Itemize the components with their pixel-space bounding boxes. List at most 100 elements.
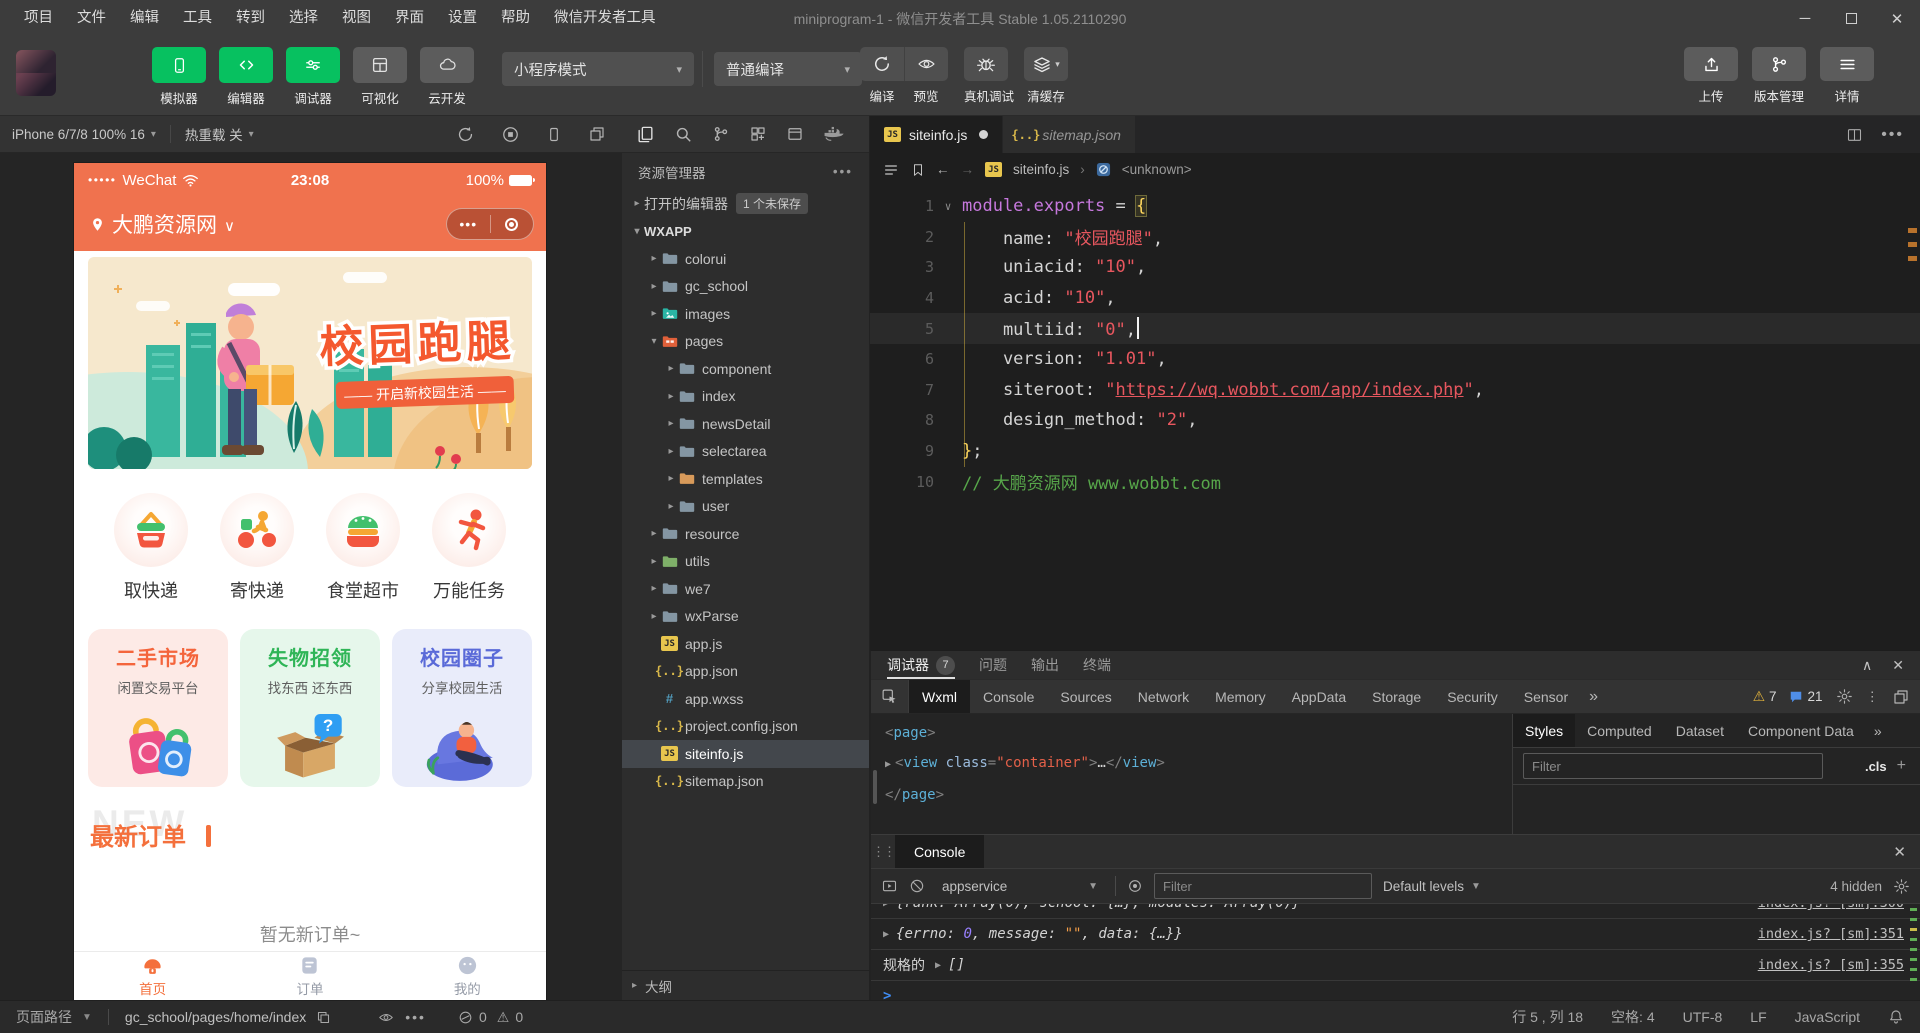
tree-item-app.json[interactable]: {..}app.json: [622, 658, 869, 686]
close-console-icon[interactable]: ✕: [1879, 835, 1920, 868]
wxml-node[interactable]: <page>: [885, 718, 1498, 748]
console-log-row[interactable]: 规格的▶[]index.js? [sm]:355: [871, 950, 1920, 981]
whale-icon[interactable]: [823, 126, 845, 142]
tree-item-images[interactable]: ▸images: [622, 300, 869, 328]
files-icon[interactable]: [636, 125, 655, 144]
card-二手市场[interactable]: 二手市场闲置交易平台: [88, 629, 228, 787]
stop-icon[interactable]: [501, 125, 520, 144]
copy-icon[interactable]: [316, 1010, 331, 1025]
more-tabs-icon[interactable]: »: [1866, 714, 1890, 747]
code-area[interactable]: 1∨module.exports = {2 name: "校园跑腿",3 uni…: [870, 186, 1920, 497]
menu-item-转到[interactable]: 转到: [224, 0, 277, 37]
console-tab[interactable]: Console: [895, 835, 984, 868]
expand-icon[interactable]: ▶: [885, 759, 891, 770]
encoding[interactable]: UTF-8: [1683, 1009, 1723, 1025]
styles-tab-Dataset[interactable]: Dataset: [1664, 714, 1736, 747]
tree-item-pages[interactable]: ▾pages: [622, 328, 869, 356]
action-button-编译[interactable]: [860, 47, 904, 81]
phone-tab-首页[interactable]: 首页: [74, 952, 231, 1000]
banner-image[interactable]: 校园跑腿—— 开启新校园生活 ——: [88, 257, 532, 469]
devtools-tab-Storage[interactable]: Storage: [1359, 680, 1434, 713]
source-link[interactable]: index.js? [sm]:355: [1758, 957, 1904, 973]
source-link[interactable]: index.js? [sm]:351: [1758, 926, 1904, 942]
winds-icon[interactable]: [588, 125, 606, 143]
tree-item-utils[interactable]: ▸utils: [622, 548, 869, 576]
minimize-capsule-button[interactable]: [491, 218, 534, 231]
warning-count[interactable]: ⚠0: [497, 1009, 523, 1026]
console-filter-input[interactable]: [1154, 873, 1372, 899]
styles-tab-Styles[interactable]: Styles: [1513, 714, 1575, 747]
devtools-tab-Wxml[interactable]: Wxml: [909, 680, 970, 713]
menu-item-帮助[interactable]: 帮助: [489, 0, 542, 37]
service-寄快递[interactable]: 寄快递: [220, 493, 294, 603]
card-失物招领[interactable]: 失物招领找东西 还东西?: [240, 629, 380, 787]
devtools-tab-Network[interactable]: Network: [1125, 680, 1202, 713]
devtools-tab-Memory[interactable]: Memory: [1202, 680, 1279, 713]
nav-back-icon[interactable]: ←: [936, 162, 950, 177]
branch2-icon[interactable]: [712, 125, 730, 143]
more-tabs-icon[interactable]: »: [1581, 680, 1606, 713]
kebab-menu-icon[interactable]: ⋮: [1866, 689, 1880, 705]
expand-icon[interactable]: ▶: [935, 960, 941, 971]
tree-item-siteinfo.js[interactable]: JSsiteinfo.js: [622, 740, 869, 768]
maximize-button[interactable]: [1828, 0, 1874, 37]
tree-item-newsDetail[interactable]: ▸newsDetail: [622, 410, 869, 438]
service-万能任务[interactable]: 万能任务: [432, 493, 506, 603]
compile-select[interactable]: 普通编译▾: [714, 52, 862, 86]
tree-item-templates[interactable]: ▸templates: [622, 465, 869, 493]
editor-tab-sitemap.json[interactable]: {..}sitemap.json: [1003, 116, 1136, 153]
menu-item-视图[interactable]: 视图: [330, 0, 383, 37]
more-icon[interactable]: •••: [1881, 126, 1904, 144]
site-title[interactable]: 大鹏资源网: [112, 209, 217, 239]
execution-context-icon[interactable]: [881, 878, 898, 894]
mode-button-云开发[interactable]: 云开发: [420, 47, 474, 107]
wxml-node[interactable]: </page>: [885, 780, 1498, 810]
search-icon[interactable]: [674, 125, 693, 144]
mode-button-模拟器[interactable]: 模拟器: [152, 47, 206, 107]
styles-filter-input[interactable]: [1523, 753, 1823, 779]
menu-item-文件[interactable]: 文件: [65, 0, 118, 37]
tree-item-app.js[interactable]: JSapp.js: [622, 630, 869, 658]
collapse-icon[interactable]: ∧: [1862, 657, 1872, 674]
clear-console-icon[interactable]: [909, 878, 925, 894]
winicon-icon[interactable]: [786, 125, 804, 143]
debugger-tab-调试器[interactable]: 调试器7: [887, 651, 955, 679]
source-link[interactable]: index.js? [sm]:300: [1758, 904, 1904, 911]
phone-tab-订单[interactable]: 订单: [231, 952, 388, 1000]
toolbar-button-版本管理[interactable]: 版本管理: [1752, 47, 1806, 105]
eye-icon[interactable]: [377, 1010, 395, 1025]
expand-icon[interactable]: ▶: [883, 904, 889, 909]
debugger-tab-输出[interactable]: 输出: [1031, 651, 1059, 679]
menu-item-工具[interactable]: 工具: [171, 0, 224, 37]
hot-reload-toggle[interactable]: 热重载 关: [185, 124, 243, 144]
action-button-真机调试[interactable]: [964, 47, 1008, 81]
outline-section[interactable]: ▸ 大纲: [622, 970, 869, 1000]
warning-count[interactable]: 7: [1769, 689, 1777, 704]
toolbar-button-详情[interactable]: 详情: [1820, 47, 1874, 105]
tree-item-app.wxss[interactable]: #app.wxss: [622, 685, 869, 713]
mode-button-可视化[interactable]: 可视化: [353, 47, 407, 107]
action-button-预览[interactable]: [904, 47, 948, 81]
card-校园圈子[interactable]: 校园圈子分享校园生活: [392, 629, 532, 787]
nav-forward-icon[interactable]: →: [961, 162, 975, 177]
more-button[interactable]: •••: [447, 219, 490, 229]
page-path-value[interactable]: gc_school/pages/home/index: [125, 1009, 306, 1025]
add-style-icon[interactable]: +: [1897, 757, 1910, 775]
console-log-row[interactable]: ▶{errno: 0, message: "", data: {…}}index…: [871, 919, 1920, 950]
minimize-button[interactable]: ─: [1782, 0, 1828, 37]
gear-icon[interactable]: [1836, 688, 1853, 705]
bookmark-icon[interactable]: [911, 162, 925, 178]
cls-toggle[interactable]: .cls: [1865, 759, 1887, 774]
menu-item-微信开发者工具[interactable]: 微信开发者工具: [542, 0, 668, 37]
tree-item-gc_school[interactable]: ▸gc_school: [622, 273, 869, 301]
service-取快递[interactable]: 取快递: [114, 493, 188, 603]
cursor-position[interactable]: 行 5 , 列 18: [1512, 1007, 1583, 1027]
menu-item-编辑[interactable]: 编辑: [118, 0, 171, 37]
eol-setting[interactable]: LF: [1750, 1009, 1766, 1025]
device-select[interactable]: iPhone 6/7/8 100% 16: [0, 127, 145, 142]
devtools-tab-Console[interactable]: Console: [970, 680, 1047, 713]
tree-item-project.config.json[interactable]: {..}project.config.json: [622, 713, 869, 741]
menu-item-选择[interactable]: 选择: [277, 0, 330, 37]
tree-item-index[interactable]: ▸index: [622, 383, 869, 411]
menu-item-界面[interactable]: 界面: [383, 0, 436, 37]
